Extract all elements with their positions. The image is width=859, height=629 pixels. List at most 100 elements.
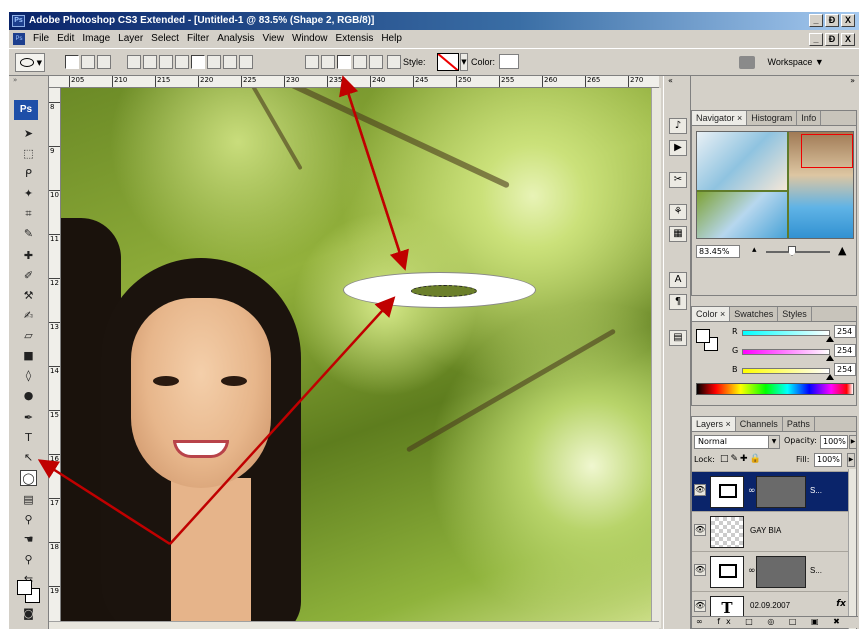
blend-mode-select[interactable]: Normal ▼ — [694, 435, 780, 449]
zoom-tool-icon[interactable]: ⚲ — [20, 552, 37, 568]
opacity-field[interactable]: 100% — [820, 435, 848, 449]
pen-tool-button[interactable] — [127, 55, 141, 69]
brushes-panel-icon[interactable]: ♪ — [669, 118, 687, 134]
tab-color[interactable]: Color × — [692, 307, 731, 321]
document-canvas[interactable] — [61, 88, 651, 628]
tool-presets-panel-icon[interactable]: ✂ — [669, 172, 687, 188]
zoom-slider[interactable] — [766, 251, 830, 253]
visibility-eye-icon[interactable]: 👁 — [694, 600, 706, 612]
lock-icons[interactable]: □✎✚🔒 — [720, 454, 763, 464]
layer-name[interactable]: 02.09.2007 — [750, 601, 790, 610]
link-icon[interactable]: ∞ — [748, 486, 756, 496]
quick-mask-icon[interactable]: ◙ — [20, 606, 37, 622]
tool-preset-picker[interactable]: ▼ — [15, 53, 45, 72]
exclude-shape-button[interactable] — [369, 55, 383, 69]
info-panel-icon[interactable]: ▤ — [669, 330, 687, 346]
menu-filter[interactable]: Filter — [183, 30, 213, 48]
blue-value[interactable]: 254 — [834, 363, 856, 376]
intersect-shape-button[interactable] — [353, 55, 367, 69]
foreground-color-swatch[interactable] — [17, 580, 32, 595]
subtract-shape-button[interactable] — [337, 55, 351, 69]
tab-layers[interactable]: Layers × — [692, 417, 736, 431]
blue-slider[interactable] — [742, 368, 830, 374]
opacity-arrow-icon[interactable]: ▶ — [849, 435, 857, 449]
marquee-tool-icon[interactable]: ⬚ — [20, 146, 37, 162]
layer-row[interactable]: 👁 ∞ S... — [692, 551, 856, 591]
green-slider[interactable] — [742, 349, 830, 355]
document-icon[interactable]: Ps — [13, 33, 25, 45]
menu-view[interactable]: View — [258, 30, 288, 48]
zoom-out-icon[interactable]: ▴ — [752, 245, 757, 255]
magic-wand-tool-icon[interactable]: ✦ — [20, 186, 37, 202]
fill-field[interactable]: 100% — [814, 453, 842, 467]
brush-tool-icon[interactable]: ✐ — [20, 268, 37, 284]
ring-hole-path[interactable] — [411, 285, 477, 297]
menu-help[interactable]: Help — [377, 30, 406, 48]
tab-navigator[interactable]: Navigator × — [692, 111, 748, 125]
clone-source-panel-icon[interactable]: ⚘ — [669, 204, 687, 220]
tab-paths[interactable]: Paths — [783, 417, 815, 431]
add-to-shape-button[interactable] — [321, 55, 335, 69]
toolbox-grip[interactable]: » — [9, 76, 48, 86]
tab-channels[interactable]: Channels — [736, 417, 783, 431]
red-value[interactable]: 254 — [834, 325, 856, 338]
tab-styles[interactable]: Styles — [778, 307, 812, 321]
collapse-icon[interactable]: « — [664, 76, 690, 88]
tab-swatches[interactable]: Swatches — [730, 307, 779, 321]
fx-icon[interactable]: fx — [836, 599, 846, 609]
tab-info[interactable]: Info — [797, 111, 822, 125]
ellipse-tool-icon[interactable]: ◯ — [20, 470, 37, 486]
menu-select[interactable]: Select — [147, 30, 183, 48]
doc-close-button[interactable]: X — [841, 33, 855, 46]
layers-scrollbar[interactable] — [848, 469, 856, 629]
eraser-tool-icon[interactable]: ▱ — [20, 328, 37, 344]
freeform-pen-button[interactable] — [143, 55, 157, 69]
color-foreground-swatch[interactable] — [696, 329, 710, 343]
actions-panel-icon[interactable]: ▶ — [669, 140, 687, 156]
pen-tool-icon[interactable]: ✒ — [20, 410, 37, 426]
rounded-rectangle-button[interactable] — [175, 55, 189, 69]
zoom-field[interactable]: 83.45% — [696, 245, 740, 258]
ellipse-shape-button[interactable] — [191, 55, 205, 69]
dock-collapse-icon[interactable]: » — [691, 76, 859, 88]
red-slider[interactable] — [742, 330, 830, 336]
layers-footer-icons[interactable]: ∞ fx □ ◎ □ ▣ ✖ — [692, 616, 858, 628]
layer-name[interactable]: S... — [810, 566, 822, 575]
paths-button[interactable] — [81, 55, 95, 69]
character-panel-icon[interactable]: A — [669, 272, 687, 288]
color-ramp[interactable] — [696, 383, 854, 395]
workspace-menu[interactable]: Workspace ▼ — [739, 53, 839, 72]
crop-tool-icon[interactable]: ⌗ — [20, 206, 37, 222]
type-tool-icon[interactable]: T — [20, 430, 37, 446]
layer-name[interactable]: GAY BIA — [750, 526, 781, 535]
menu-extensis[interactable]: Extensis — [332, 30, 378, 48]
tab-histogram[interactable]: Histogram — [747, 111, 798, 125]
eyedropper-tool-icon[interactable]: ⚲ — [20, 512, 37, 528]
minimize-button[interactable]: _ — [809, 14, 823, 27]
history-brush-tool-icon[interactable]: ✍ — [20, 308, 37, 324]
green-value[interactable]: 254 — [834, 344, 856, 357]
layer-name[interactable]: S... — [810, 486, 822, 495]
canvas-vertical-scrollbar[interactable] — [651, 88, 661, 628]
clone-stamp-tool-icon[interactable]: ⚒ — [20, 288, 37, 304]
menu-analysis[interactable]: Analysis — [213, 30, 258, 48]
rectangle-shape-button[interactable] — [159, 55, 173, 69]
move-tool-icon[interactable]: ➤ — [20, 126, 37, 142]
menu-edit[interactable]: Edit — [53, 30, 78, 48]
canvas-horizontal-scrollbar[interactable] — [49, 621, 659, 629]
menu-layer[interactable]: Layer — [114, 30, 147, 48]
photoshop-logo[interactable]: Ps — [14, 100, 38, 120]
close-button[interactable]: X — [841, 14, 855, 27]
polygon-button[interactable] — [207, 55, 221, 69]
dodge-tool-icon[interactable]: ● — [20, 388, 37, 404]
restore-button[interactable]: Ɖ — [825, 14, 839, 27]
menu-window[interactable]: Window — [288, 30, 332, 48]
notes-tool-icon[interactable]: ▤ — [20, 492, 37, 508]
lasso-tool-icon[interactable]: ᑭ — [20, 166, 37, 182]
green-slider-thumb[interactable] — [826, 355, 834, 361]
shape-color-swatch[interactable] — [499, 54, 519, 69]
paragraph-panel-icon[interactable]: ¶ — [669, 294, 687, 310]
fill-pixels-button[interactable] — [97, 55, 111, 69]
visibility-eye-icon[interactable]: 👁 — [694, 564, 706, 576]
gradient-tool-icon[interactable]: ■ — [20, 348, 37, 364]
